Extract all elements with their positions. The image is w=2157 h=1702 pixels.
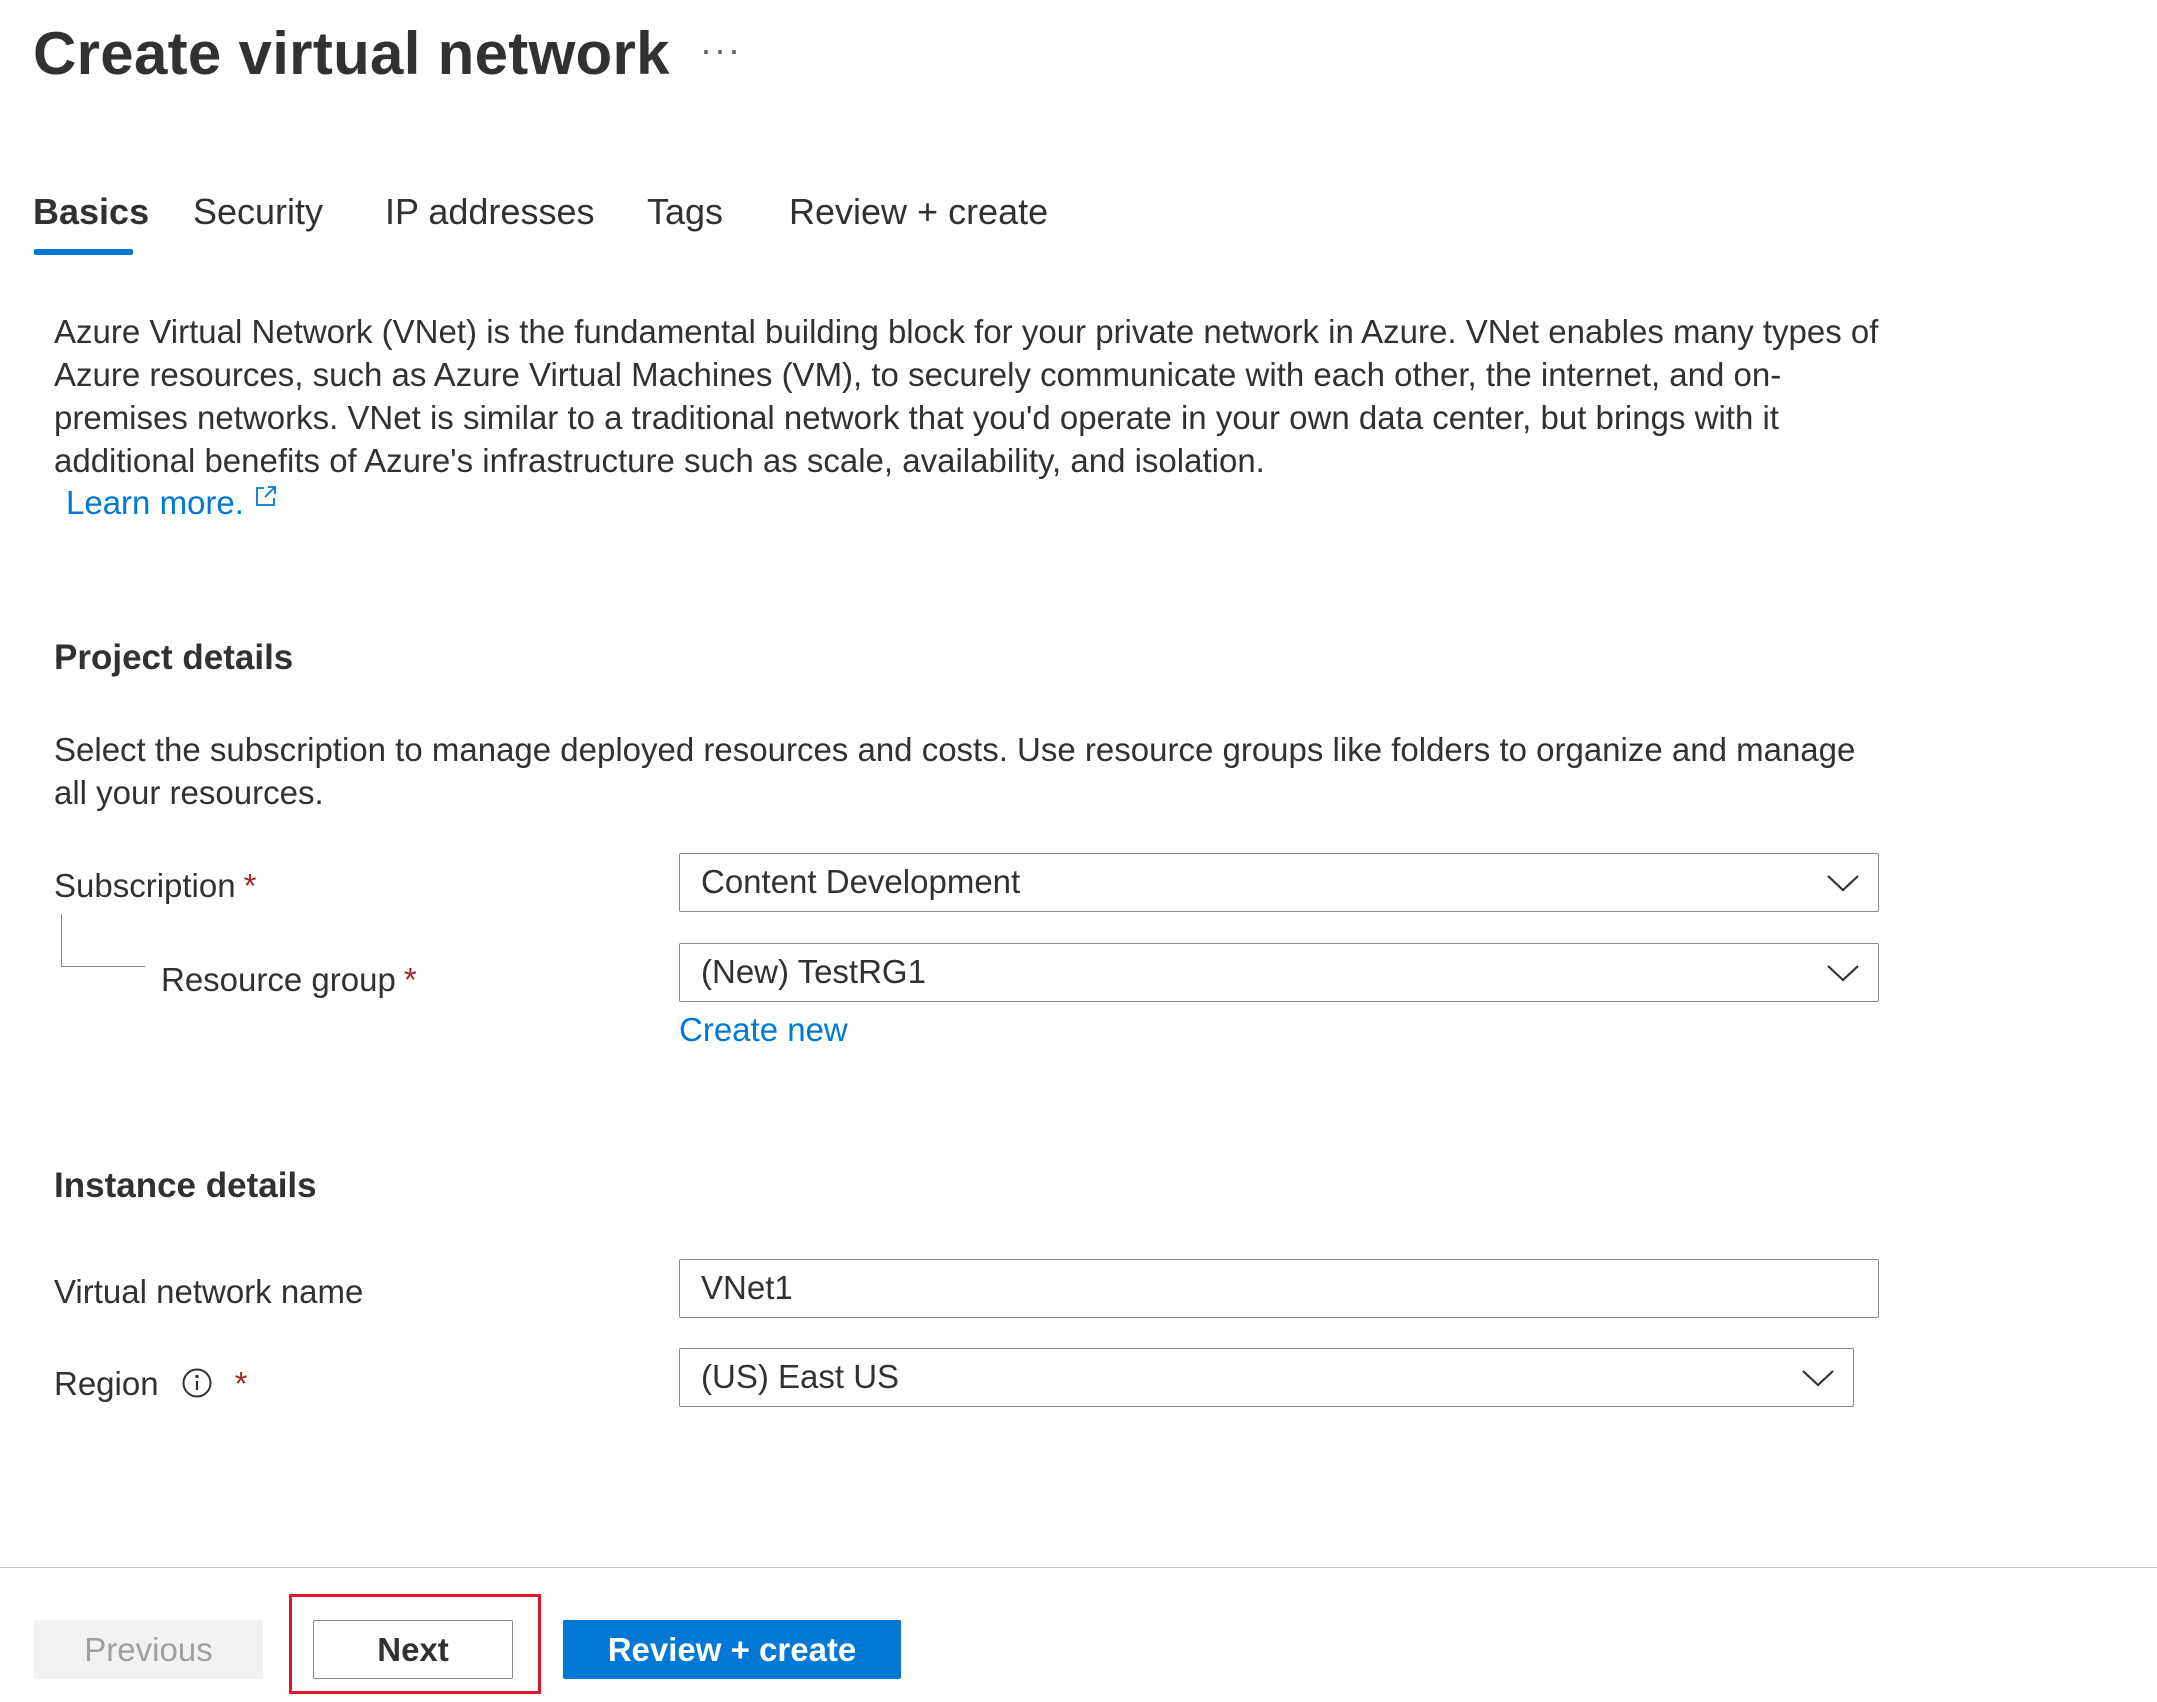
resource-group-dropdown[interactable]: (New) TestRG1 xyxy=(679,943,1879,1002)
region-value: (US) East US xyxy=(701,1358,900,1395)
highlight-box xyxy=(289,1594,541,1694)
external-link-icon xyxy=(256,486,276,506)
page-title: Create virtual network xyxy=(33,20,670,87)
project-details-description: Select the subscription to manage deploy… xyxy=(54,731,1856,811)
required-indicator: * xyxy=(243,867,257,904)
active-tab-indicator xyxy=(34,249,133,255)
create-new-link[interactable]: Create new xyxy=(679,1008,848,1052)
subscription-dropdown[interactable]: Content Development xyxy=(679,853,1879,912)
vnet-name-value: VNet1 xyxy=(701,1269,793,1306)
chevron-down-icon xyxy=(1827,875,1859,892)
region-label-text: Region xyxy=(54,1365,159,1402)
resource-group-label: Resource group * xyxy=(161,958,417,1002)
subscription-label: Subscription * xyxy=(54,864,256,908)
tab-ip-addresses[interactable]: IP addresses xyxy=(385,180,594,244)
tab-review-create[interactable]: Review + create xyxy=(789,180,1048,244)
tab-tags[interactable]: Tags xyxy=(647,180,723,244)
required-indicator: * xyxy=(403,961,417,998)
tab-basics[interactable]: Basics xyxy=(33,180,149,244)
project-details-heading: Project details xyxy=(54,638,294,677)
chevron-down-icon xyxy=(1827,965,1859,982)
more-options-button[interactable]: ··· xyxy=(700,30,742,70)
region-dropdown[interactable]: (US) East US xyxy=(679,1348,1854,1407)
footer-divider xyxy=(0,1567,2157,1568)
resource-group-label-text: Resource group xyxy=(161,961,396,998)
learn-more-link[interactable]: Learn more. xyxy=(66,481,278,524)
required-indicator: * xyxy=(234,1365,248,1402)
tab-security[interactable]: Security xyxy=(193,180,323,244)
vnet-name-input[interactable]: VNet1 xyxy=(679,1259,1879,1318)
resource-group-value: (New) TestRG1 xyxy=(701,953,926,990)
review-create-button[interactable]: Review + create xyxy=(563,1620,901,1679)
info-icon[interactable] xyxy=(181,1367,213,1399)
instance-details-heading: Instance details xyxy=(54,1166,317,1205)
learn-more-label[interactable]: Learn more. xyxy=(66,484,244,521)
intro-description: Azure Virtual Network (VNet) is the fund… xyxy=(54,313,1879,479)
subscription-value: Content Development xyxy=(701,863,1021,900)
previous-button[interactable]: Previous xyxy=(34,1620,263,1679)
vnet-name-label: Virtual network name xyxy=(54,1273,364,1310)
tree-connector xyxy=(61,914,145,967)
region-label: Region * xyxy=(54,1362,247,1406)
subscription-label-text: Subscription xyxy=(54,867,236,904)
chevron-down-icon xyxy=(1802,1370,1834,1387)
